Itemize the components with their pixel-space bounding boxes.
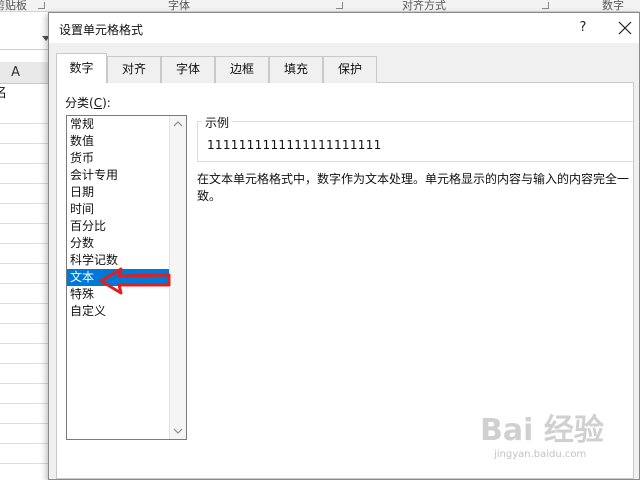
category-item-time[interactable]: 时间 (67, 201, 169, 218)
ribbon-group-strip: 剪贴板 字体 对齐方式 数字 (0, 0, 640, 12)
dialog-launcher-icon[interactable] (542, 2, 549, 9)
category-item-date[interactable]: 日期 (67, 184, 169, 201)
category-item-general[interactable]: 常规 (67, 116, 169, 133)
close-button[interactable] (615, 18, 635, 38)
category-label: 分类(C): (65, 96, 111, 110)
tab-number[interactable]: 数字 (56, 53, 107, 84)
dialog-titlebar: 设置单元格格式 ? (49, 13, 639, 43)
tab-alignment[interactable]: 对齐 (107, 56, 161, 83)
sample-label: 示例 (202, 114, 233, 131)
dialog-launcher-icon[interactable] (336, 2, 343, 9)
category-item-accounting[interactable]: 会计专用 (67, 167, 169, 184)
chevron-up-icon (173, 121, 183, 127)
tab-font[interactable]: 字体 (161, 56, 215, 83)
sample-value: 1111111111111111111111 (207, 138, 382, 152)
cell-a1[interactable]: 名 (0, 84, 50, 104)
category-item-number[interactable]: 数值 (67, 133, 169, 150)
help-button[interactable]: ? (577, 19, 589, 37)
close-icon (618, 21, 632, 35)
scroll-up-button[interactable] (170, 116, 186, 132)
ribbon-group-clipboard: 剪贴板 (0, 0, 27, 12)
tab-border[interactable]: 边框 (215, 56, 269, 83)
watermark-url: jingyan.baidu.com (494, 449, 587, 460)
tab-protection[interactable]: 保护 (323, 56, 377, 83)
chevron-down-icon (173, 428, 183, 434)
scroll-down-button[interactable] (170, 423, 186, 439)
format-description: 在文本单元格格式中，数字作为文本处理。单元格显示的内容与输入的内容完全一致。 (197, 172, 630, 203)
category-item-custom[interactable]: 自定义 (67, 303, 169, 320)
category-item-fraction[interactable]: 分数 (67, 235, 169, 252)
tab-strip: 数字 对齐 字体 边框 填充 保护 (56, 53, 634, 84)
category-item-percentage[interactable]: 百分比 (67, 218, 169, 235)
category-item-currency[interactable]: 货币 (67, 150, 169, 167)
sheet-grid[interactable] (0, 104, 50, 480)
tab-fill[interactable]: 填充 (269, 56, 323, 83)
watermark: Bai 经验 jingyan.baidu.com (480, 405, 630, 475)
dialog-title: 设置单元格格式 (59, 23, 144, 37)
baidu-logo-icon: Bai 经验 (480, 413, 604, 448)
column-header-a[interactable]: A (0, 62, 50, 84)
annotation-arrow-icon (97, 265, 177, 295)
dialog-launcher-icon[interactable] (38, 2, 45, 9)
